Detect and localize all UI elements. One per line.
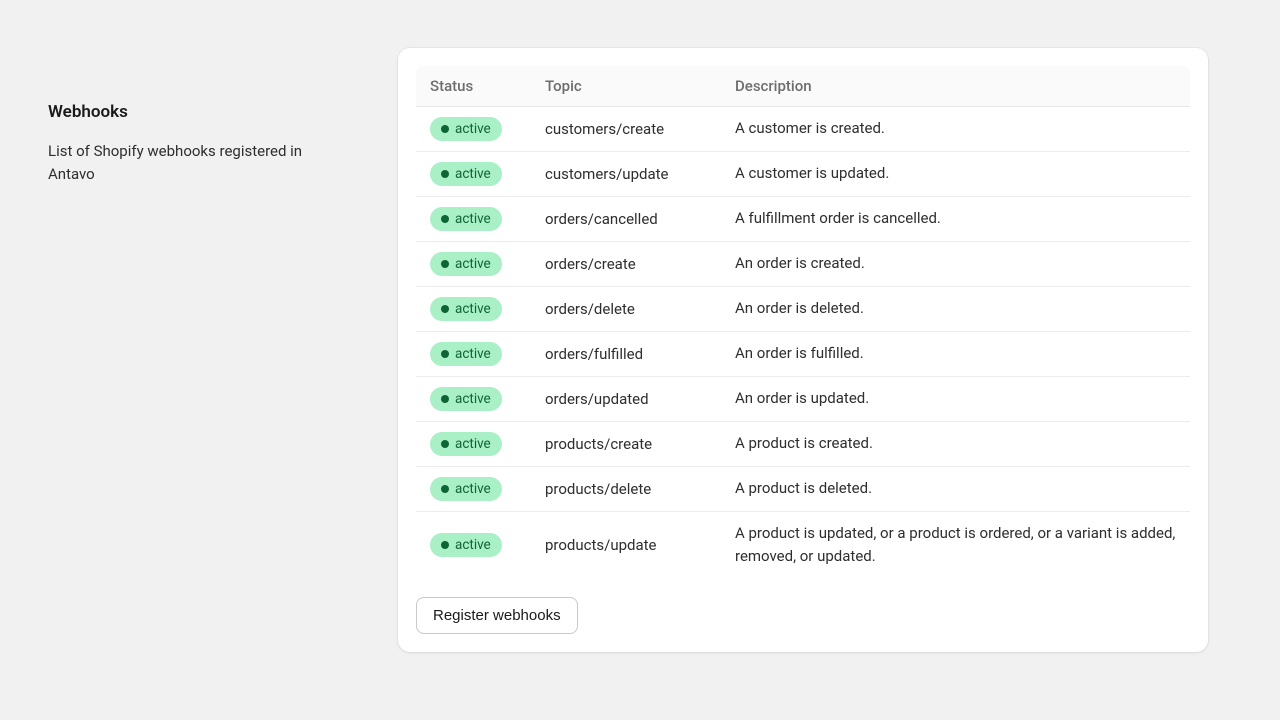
status-label: active bbox=[455, 211, 491, 227]
sidebar: Webhooks List of Shopify webhooks regist… bbox=[48, 48, 348, 652]
header-topic: Topic bbox=[531, 66, 721, 107]
table-row: active orders/fulfilledAn order is fulfil… bbox=[416, 332, 1190, 377]
description-cell: An order is created. bbox=[721, 242, 1190, 287]
table-row: active orders/createAn order is created. bbox=[416, 242, 1190, 287]
status-label: active bbox=[455, 391, 491, 407]
description-cell: An order is fulfilled. bbox=[721, 332, 1190, 377]
status-label: active bbox=[455, 346, 491, 362]
description-cell: A product is deleted. bbox=[721, 467, 1190, 512]
status-label: active bbox=[455, 166, 491, 182]
status-badge: active bbox=[430, 342, 502, 366]
status-badge: active bbox=[430, 477, 502, 501]
webhooks-table: Status Topic Description active customers… bbox=[416, 66, 1190, 579]
status-label: active bbox=[455, 121, 491, 137]
status-badge: active bbox=[430, 533, 502, 557]
topic-cell: orders/updated bbox=[531, 377, 721, 422]
status-dot-icon bbox=[441, 125, 449, 133]
status-badge: active bbox=[430, 207, 502, 231]
status-dot-icon bbox=[441, 215, 449, 223]
status-dot-icon bbox=[441, 305, 449, 313]
topic-cell: orders/create bbox=[531, 242, 721, 287]
status-dot-icon bbox=[441, 395, 449, 403]
topic-cell: products/create bbox=[531, 422, 721, 467]
table-row: active products/deleteA product is delete… bbox=[416, 467, 1190, 512]
topic-cell: customers/update bbox=[531, 152, 721, 197]
description-cell: A customer is updated. bbox=[721, 152, 1190, 197]
status-dot-icon bbox=[441, 260, 449, 268]
description-cell: An order is updated. bbox=[721, 377, 1190, 422]
status-dot-icon bbox=[441, 170, 449, 178]
page-title: Webhooks bbox=[48, 102, 348, 122]
topic-cell: products/update bbox=[531, 512, 721, 579]
topic-cell: orders/cancelled bbox=[531, 197, 721, 242]
description-cell: A product is updated, or a product is or… bbox=[721, 512, 1190, 579]
topic-cell: orders/fulfilled bbox=[531, 332, 721, 377]
topic-cell: products/delete bbox=[531, 467, 721, 512]
page-subtitle: List of Shopify webhooks registered in A… bbox=[48, 140, 348, 187]
header-status: Status bbox=[416, 66, 531, 107]
table-row: active orders/cancelledA fulfillment orde… bbox=[416, 197, 1190, 242]
description-cell: A product is created. bbox=[721, 422, 1190, 467]
table-row: active products/createA product is create… bbox=[416, 422, 1190, 467]
status-label: active bbox=[455, 436, 491, 452]
table-row: active customers/createA customer is crea… bbox=[416, 107, 1190, 152]
table-row: active products/updateA product is update… bbox=[416, 512, 1190, 579]
table-row: active orders/updatedAn order is updated. bbox=[416, 377, 1190, 422]
description-cell: A fulfillment order is cancelled. bbox=[721, 197, 1190, 242]
table-row: active customers/updateA customer is upda… bbox=[416, 152, 1190, 197]
status-dot-icon bbox=[441, 541, 449, 549]
status-label: active bbox=[455, 301, 491, 317]
status-badge: active bbox=[430, 117, 502, 141]
topic-cell: orders/delete bbox=[531, 287, 721, 332]
description-cell: An order is deleted. bbox=[721, 287, 1190, 332]
status-badge: active bbox=[430, 432, 502, 456]
description-cell: A customer is created. bbox=[721, 107, 1190, 152]
status-dot-icon bbox=[441, 350, 449, 358]
status-badge: active bbox=[430, 162, 502, 186]
header-description: Description bbox=[721, 66, 1190, 107]
status-label: active bbox=[455, 256, 491, 272]
status-dot-icon bbox=[441, 485, 449, 493]
table-row: active orders/deleteAn order is deleted. bbox=[416, 287, 1190, 332]
status-label: active bbox=[455, 537, 491, 553]
status-badge: active bbox=[430, 387, 502, 411]
status-dot-icon bbox=[441, 440, 449, 448]
webhooks-card: Status Topic Description active customers… bbox=[398, 48, 1208, 652]
status-label: active bbox=[455, 481, 491, 497]
register-webhooks-button[interactable]: Register webhooks bbox=[416, 597, 578, 634]
status-badge: active bbox=[430, 297, 502, 321]
status-badge: active bbox=[430, 252, 502, 276]
topic-cell: customers/create bbox=[531, 107, 721, 152]
